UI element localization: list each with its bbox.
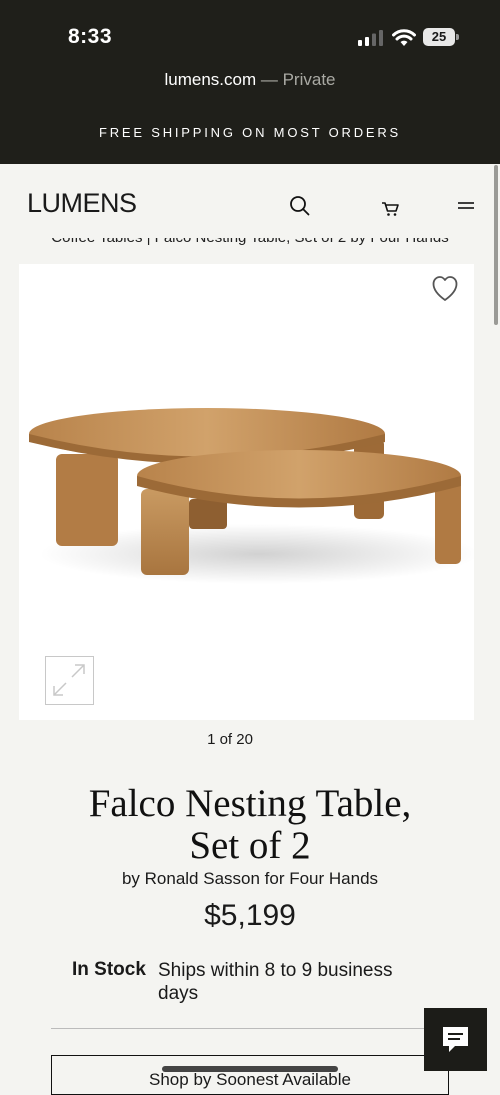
product-title-line1: Falco Nesting Table, — [88, 782, 412, 825]
product-image[interactable] — [19, 264, 479, 720]
private-label: — Private — [256, 70, 336, 89]
cart-icon[interactable] — [377, 194, 405, 222]
shop-soonest-button[interactable]: Shop by Soonest Available — [51, 1055, 449, 1095]
battery-icon: 25 — [423, 28, 459, 46]
heart-icon[interactable] — [430, 275, 460, 303]
signal-icon — [358, 30, 383, 46]
home-indicator[interactable] — [162, 1066, 338, 1072]
menu-icon[interactable] — [454, 194, 482, 222]
image-counter: 1 of 20 — [207, 731, 253, 748]
chat-icon — [443, 1027, 468, 1052]
product-price: $5,199 — [204, 899, 296, 932]
address-bar[interactable]: lumens.com — Private — [0, 70, 500, 90]
product-title: Falco Nesting Table, Set of 2 — [0, 783, 500, 867]
status-time: 8:33 — [68, 25, 113, 48]
product-byline[interactable]: by Ronald Sasson for Four Hands — [0, 869, 500, 889]
url-domain: lumens.com — [164, 70, 257, 89]
expand-arrows-icon — [53, 664, 85, 696]
shipping-info: Ships within 8 to 9 business days — [158, 960, 393, 1004]
promo-banner[interactable]: FREE SHIPPING ON MOST ORDERS — [0, 125, 500, 140]
wifi-icon — [392, 29, 416, 46]
expand-icon[interactable] — [45, 656, 94, 705]
divider — [51, 1028, 449, 1029]
search-icon[interactable] — [286, 192, 314, 220]
stock-status: In Stock — [72, 959, 146, 980]
lumens-logo[interactable]: LUMENS — [27, 188, 137, 219]
product-title-line2: Set of 2 — [189, 824, 311, 867]
battery-level: 25 — [423, 28, 455, 46]
nesting-table-image — [29, 408, 479, 584]
chat-button[interactable] — [424, 1008, 487, 1071]
top-bar: 8:33 25 lumens.com — Private FREE SHIPPI… — [0, 0, 500, 164]
scrollbar[interactable] — [494, 165, 498, 325]
header-overlap — [0, 229, 500, 238]
